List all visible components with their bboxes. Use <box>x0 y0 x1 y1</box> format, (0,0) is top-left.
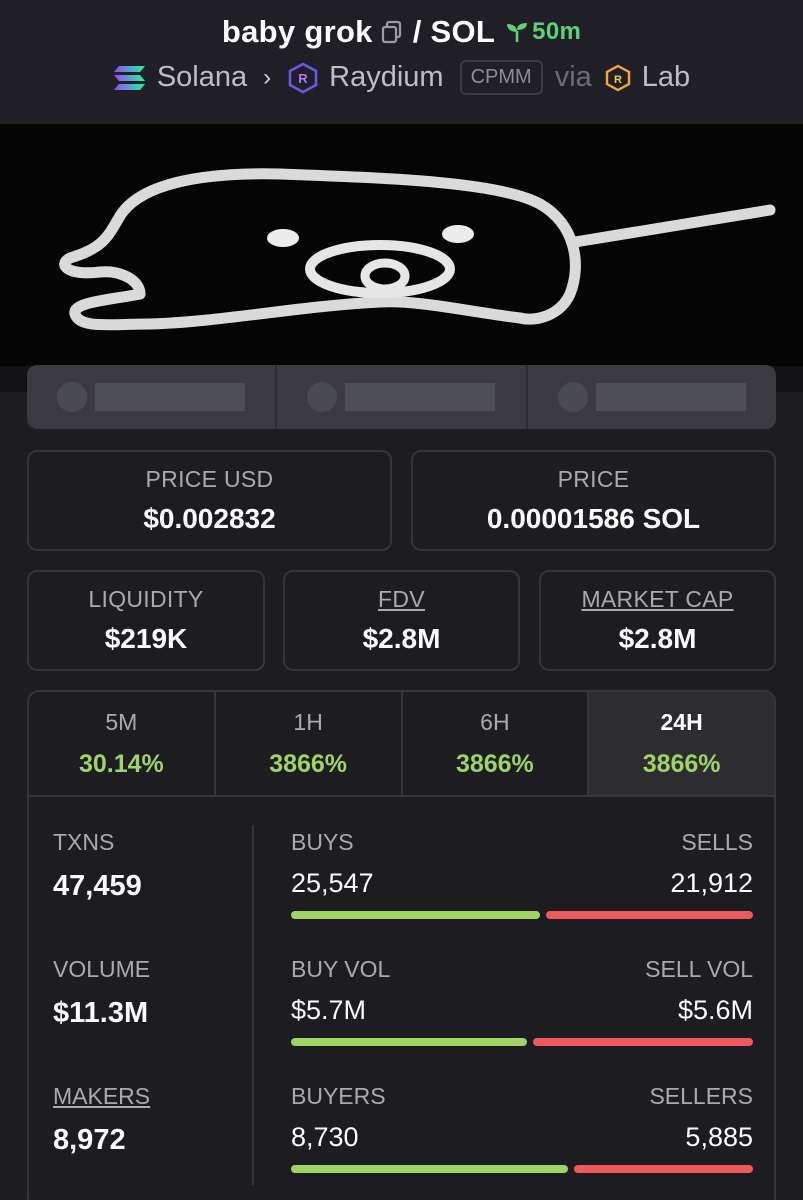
price-native-card: PRICE 0.00001586 SOL <box>411 450 776 551</box>
sell-vol-value: $5.6M <box>677 995 753 1025</box>
price-native-label: PRICE <box>557 466 630 492</box>
price-native-value: 0.00001586 SOL <box>486 503 701 534</box>
dex-link[interactable]: Raydium <box>329 61 443 94</box>
pair-title: baby grok / SOL 50m <box>0 14 803 50</box>
buy-vol-value: $5.7M <box>291 995 367 1025</box>
fdv-label[interactable]: FDV <box>378 586 425 613</box>
placeholder-icon <box>57 382 87 412</box>
price-usd-card: PRICE USD $0.002832 <box>27 450 392 551</box>
tab-change: 3866% <box>269 749 348 778</box>
volume-value: $11.3M <box>53 997 149 1029</box>
placeholder-icon <box>557 382 588 412</box>
token-name: baby grok <box>221 14 373 49</box>
buys-label: BUYS <box>291 829 354 855</box>
tab-change: 3866% <box>642 749 721 778</box>
tab-5m[interactable]: 5M 30.14% <box>29 692 216 795</box>
tab-change: 3866% <box>455 749 534 778</box>
sell-vol-label: SELL VOL <box>645 956 753 982</box>
solana-icon <box>113 64 147 92</box>
buys-value: 25,547 <box>291 868 374 898</box>
txns-stat: TXNS 47,459 <box>53 829 142 903</box>
quote-token: / SOL <box>412 14 496 49</box>
svg-text:R: R <box>298 71 308 86</box>
tab-label: 24H <box>660 708 703 735</box>
fdv-value: $2.8M <box>362 623 441 654</box>
sellers-label: SELLERS <box>649 1083 753 1109</box>
placeholder-label <box>345 383 496 411</box>
buyers-value: 8,730 <box>291 1122 359 1152</box>
tab-label: 6H <box>480 708 510 735</box>
pool-type-badge: CPMM <box>459 60 543 95</box>
txns-value: 47,459 <box>53 870 142 902</box>
breadcrumb: Solana › R Raydium CPMM via R Lab <box>0 60 803 95</box>
market-cap-value: $2.8M <box>618 623 697 654</box>
launchpad-link[interactable]: Lab <box>642 61 690 94</box>
launchlab-icon: R <box>604 64 632 92</box>
seller-share-bar <box>574 1165 753 1173</box>
sell-share-bar <box>546 911 753 919</box>
makers-label[interactable]: MAKERS <box>53 1083 150 1110</box>
txns-label: TXNS <box>53 829 115 855</box>
market-cap-label[interactable]: MARKET CAP <box>581 586 733 613</box>
pair-age-value: 50m <box>532 18 582 45</box>
price-usd-value: $0.002832 <box>143 503 276 534</box>
tab-change: 30.14% <box>78 749 164 778</box>
buy-share-bar <box>291 911 541 919</box>
buyer-share-bar <box>291 1165 569 1173</box>
market-cap-card: MARKET CAP $2.8M <box>539 570 776 671</box>
buyers-sellers-stat: BUYERS SELLERS 8,730 5,885 <box>291 1083 753 1173</box>
social-link-3[interactable] <box>528 365 776 429</box>
tab-label: 5M <box>105 708 138 735</box>
sell-vol-share-bar <box>532 1038 753 1046</box>
buyers-sellers-meter <box>291 1165 753 1173</box>
sells-label: SELLS <box>681 829 753 855</box>
makers-stat: MAKERS 8,972 <box>53 1083 150 1157</box>
social-link-2[interactable] <box>277 365 528 429</box>
makers-value: 8,972 <box>53 1124 126 1156</box>
liquidity-label: LIQUIDITY <box>88 586 204 612</box>
token-banner-image <box>0 124 803 366</box>
buyers-label: BUYERS <box>291 1083 386 1109</box>
timeframe-tabs: 5M 30.14% 1H 3866% 6H 3866% 24H 3866% <box>29 692 774 797</box>
placeholder-icon <box>307 382 338 412</box>
svg-text:R: R <box>614 74 622 86</box>
chain-link[interactable]: Solana <box>157 61 247 94</box>
buy-vol-label: BUY VOL <box>291 956 391 982</box>
social-links-bar <box>27 365 776 429</box>
volume-stat: VOLUME $11.3M <box>53 956 150 1030</box>
liquidity-value: $219K <box>104 623 188 654</box>
pair-age: 50m <box>505 18 581 46</box>
price-usd-label: PRICE USD <box>145 466 274 492</box>
fdv-card: FDV $2.8M <box>283 570 520 671</box>
placeholder-label <box>95 383 245 411</box>
placeholder-label <box>595 383 746 411</box>
stats-panel: 5M 30.14% 1H 3866% 6H 3866% 24H 3866% TX… <box>27 690 776 1200</box>
stats-divider <box>252 825 254 1185</box>
liquidity-card: LIQUIDITY $219K <box>27 570 265 671</box>
tab-24h[interactable]: 24H 3866% <box>589 692 774 795</box>
chevron-right-icon: › <box>263 63 272 91</box>
tab-1h[interactable]: 1H 3866% <box>216 692 403 795</box>
sellers-value: 5,885 <box>685 1122 753 1152</box>
tab-label: 1H <box>293 708 323 735</box>
buys-sells-meter <box>291 911 753 919</box>
via-label: via <box>554 61 592 93</box>
buys-sells-stat: BUYS SELLS 25,547 21,912 <box>291 829 753 919</box>
buy-vol-share-bar <box>291 1038 527 1046</box>
sprout-icon <box>507 23 528 42</box>
buy-sell-volume-stat: BUY VOL SELL VOL $5.7M $5.6M <box>291 956 753 1046</box>
sells-value: 21,912 <box>670 868 753 898</box>
pair-header: baby grok / SOL 50m Solana › R Raydium C… <box>0 0 803 124</box>
tab-6h[interactable]: 6H 3866% <box>403 692 590 795</box>
raydium-icon: R <box>287 62 319 94</box>
copy-icon[interactable] <box>381 20 403 44</box>
volume-label: VOLUME <box>53 956 151 982</box>
social-link-1[interactable] <box>27 365 278 429</box>
volume-meter <box>291 1038 753 1046</box>
